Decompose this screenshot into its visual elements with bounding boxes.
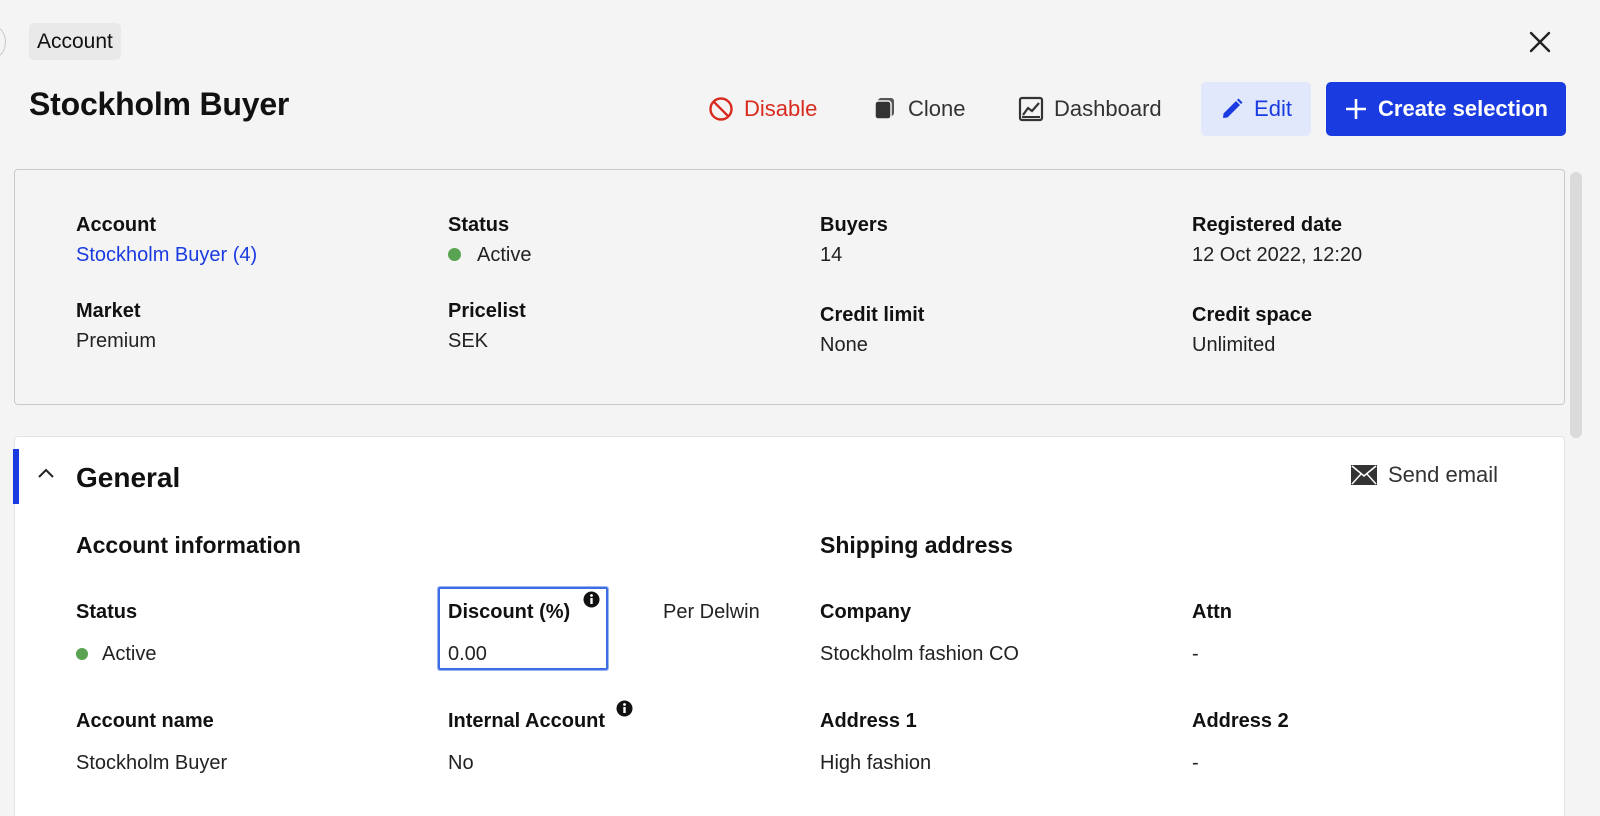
internal-account-value: No <box>448 752 474 774</box>
clone-button[interactable]: Clone <box>872 82 965 136</box>
status-dot-icon <box>448 248 461 261</box>
summary-credit-space: Credit space Unlimited <box>1192 304 1312 357</box>
status-value: Active <box>102 643 157 665</box>
summary-credit-space-value: Unlimited <box>1192 334 1276 356</box>
address2-value: - <box>1192 752 1199 774</box>
account-summary-card <box>14 169 1565 405</box>
disable-button[interactable]: Disable <box>708 82 817 136</box>
summary-buyers-value: 14 <box>820 244 843 266</box>
chevron-up-icon <box>38 468 54 478</box>
owner-link[interactable]: Per Delwin <box>663 601 760 624</box>
section-accent-bar <box>13 449 19 504</box>
plus-icon <box>1346 99 1367 119</box>
create-selection-button[interactable]: Create selection <box>1326 82 1566 136</box>
summary-pricelist: Pricelist SEK <box>448 300 526 353</box>
summary-pricelist-label: Pricelist <box>448 300 526 322</box>
discount-value[interactable]: 0.00 <box>448 643 487 666</box>
disable-label: Disable <box>744 96 818 121</box>
summary-status-label: Status <box>448 214 510 236</box>
account-information-heading: Account information <box>76 532 301 558</box>
back-button[interactable] <box>0 26 6 58</box>
close-icon <box>1529 31 1551 53</box>
dashboard-label: Dashboard <box>1054 96 1162 121</box>
envelope-icon <box>1351 465 1377 485</box>
page-title: Stockholm Buyer <box>29 86 290 122</box>
status-field: Active <box>76 643 156 666</box>
summary-registered-date-value: 12 Oct 2022, 12:20 <box>1192 244 1363 266</box>
account-name-label: Account name <box>76 710 214 732</box>
address2-label: Address 2 <box>1192 710 1289 732</box>
account-name-value: Stockholm Buyer <box>76 752 228 774</box>
summary-status-value: Active <box>477 244 532 266</box>
summary-registered-date-label: Registered date <box>1192 214 1343 236</box>
summary-credit-space-label: Credit space <box>1192 304 1313 326</box>
summary-market-value: Premium <box>76 330 157 352</box>
summary-market: Market Premium <box>76 300 156 353</box>
send-email-button[interactable]: Send email <box>1350 462 1498 488</box>
close-button[interactable] <box>1526 28 1554 56</box>
company-label: Company <box>820 601 912 623</box>
breadcrumb[interactable]: Account <box>29 23 121 60</box>
address1-label: Address 1 <box>820 710 917 732</box>
summary-account-link[interactable]: Stockholm Buyer (4) <box>76 244 257 267</box>
summary-market-label: Market <box>76 300 141 322</box>
internal-account-label: Internal Account <box>448 710 606 732</box>
collapse-general-button[interactable] <box>36 466 56 485</box>
summary-account: Account Stockholm Buyer (4) <box>76 214 257 267</box>
status-dot-icon <box>76 648 88 660</box>
summary-registered-date: Registered date 12 Oct 2022, 12:20 <box>1192 214 1362 267</box>
general-section-title: General <box>76 462 181 493</box>
summary-buyers: Buyers 14 <box>820 214 888 267</box>
clone-label: Clone <box>908 96 966 121</box>
summary-status: Status Active <box>448 214 531 267</box>
address1-value: High fashion <box>820 752 932 774</box>
edit-label: Edit <box>1254 96 1292 121</box>
company-value: Stockholm fashion CO <box>820 643 1019 665</box>
attn-label: Attn <box>1192 601 1232 623</box>
send-email-label: Send email <box>1388 462 1499 487</box>
create-selection-label: Create selection <box>1378 96 1548 121</box>
summary-credit-limit-label: Credit limit <box>820 304 925 326</box>
chart-icon <box>1018 96 1044 122</box>
summary-buyers-label: Buyers <box>820 214 888 236</box>
info-icon[interactable] <box>583 591 600 608</box>
attn-value: - <box>1192 643 1199 665</box>
summary-credit-limit-value: None <box>820 334 868 356</box>
info-icon[interactable] <box>616 700 633 717</box>
general-section <box>14 436 1565 816</box>
pencil-icon <box>1223 98 1243 118</box>
dashboard-button[interactable]: Dashboard <box>1018 82 1162 136</box>
shipping-address-heading: Shipping address <box>820 532 1013 558</box>
summary-account-label: Account <box>76 214 156 236</box>
ban-icon <box>709 97 733 121</box>
edit-button[interactable]: Edit <box>1201 82 1311 136</box>
scrollbar[interactable] <box>1570 172 1582 438</box>
copy-icon <box>874 98 894 120</box>
summary-credit-limit: Credit limit None <box>820 304 924 357</box>
status-label: Status <box>76 601 138 623</box>
discount-label: Discount (%) <box>448 601 571 623</box>
summary-pricelist-value: SEK <box>448 330 489 352</box>
